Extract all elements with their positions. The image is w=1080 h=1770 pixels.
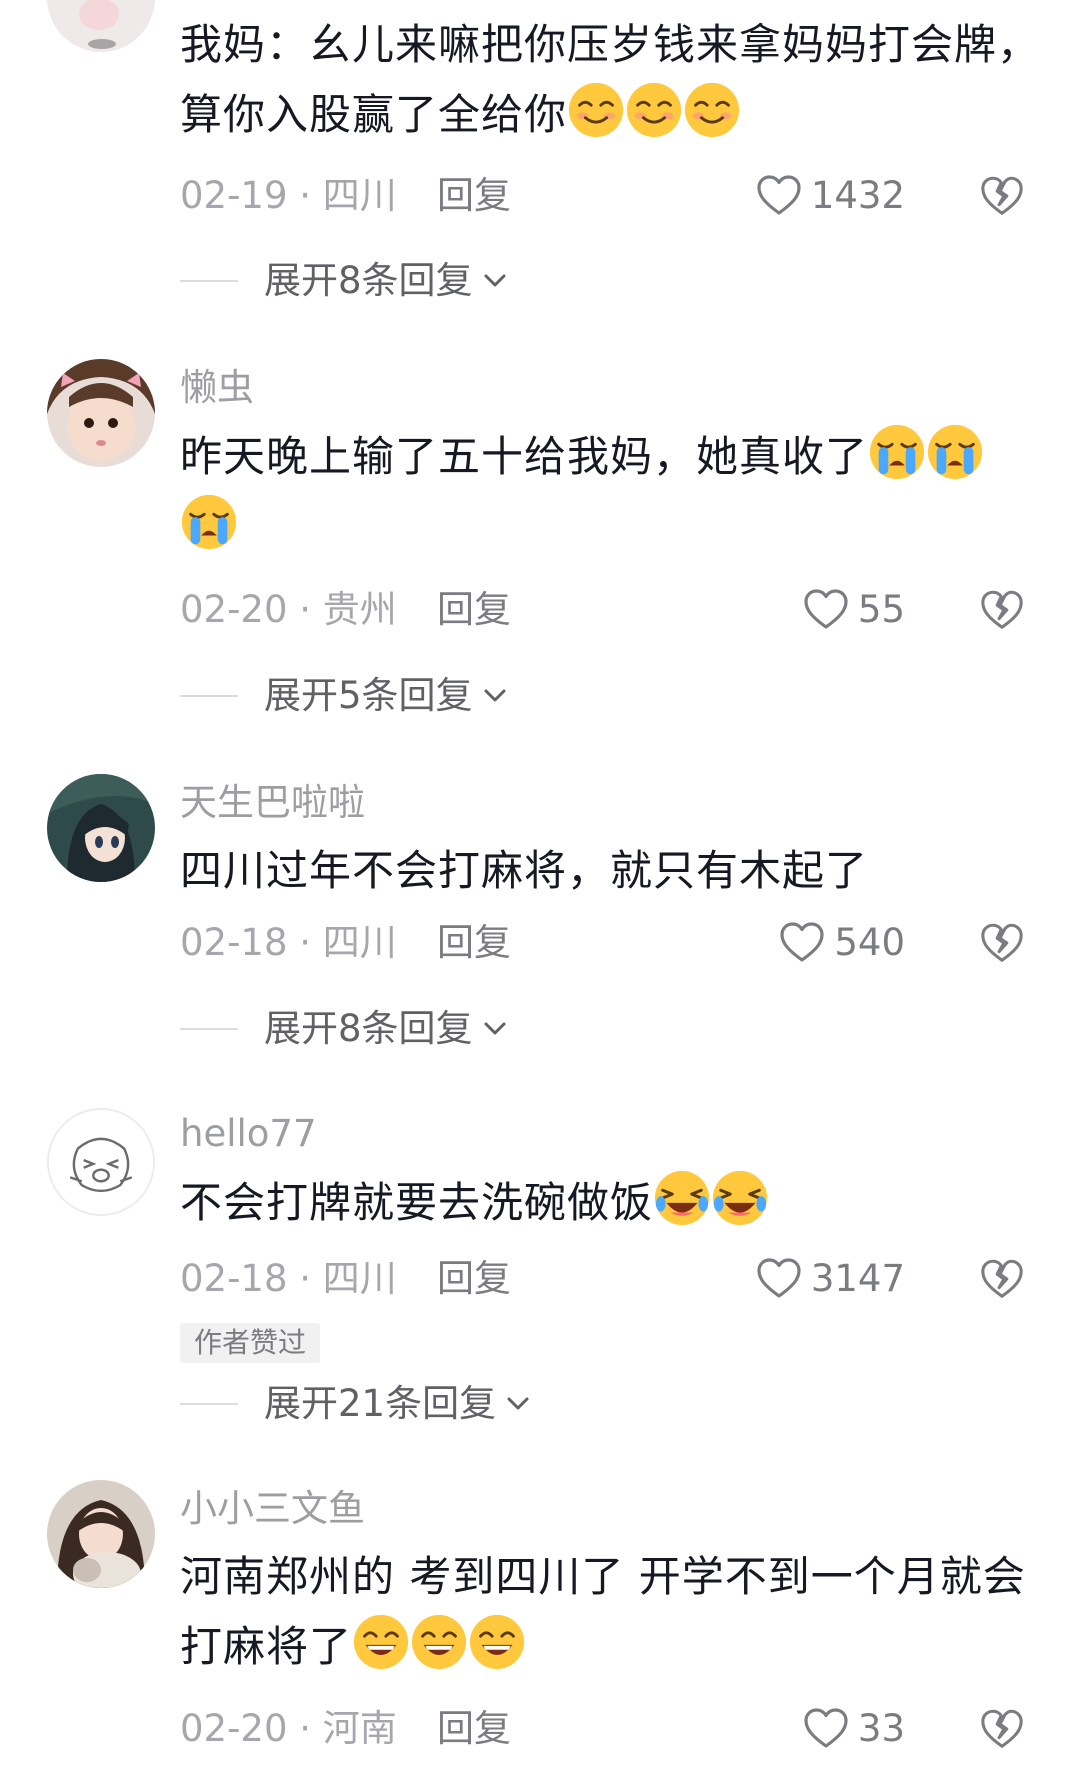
comment-meta: 02-20 · 贵州 回复 55 — [180, 584, 1080, 636]
chevron-down-icon — [484, 1022, 506, 1035]
reply-button[interactable]: 回复 — [437, 1253, 511, 1305]
heart-icon — [802, 586, 850, 634]
comment-meta: 02-20 · 河南 回复 33 — [180, 1703, 1080, 1755]
username[interactable]: 小小三文鱼 — [180, 1487, 365, 1531]
heart-icon — [778, 919, 826, 967]
like-count: 540 — [834, 921, 905, 964]
like-button[interactable]: 55 — [802, 584, 905, 636]
laugh-cry-emoji-icon — [711, 1169, 769, 1227]
like-count: 33 — [857, 1707, 905, 1750]
crying-emoji-icon — [868, 423, 926, 481]
expand-replies-button[interactable]: 展开21条回复 — [180, 1379, 532, 1429]
smile-emoji-icon — [625, 81, 683, 139]
avatar[interactable] — [47, 0, 155, 52]
grin-emoji-icon — [468, 1613, 526, 1671]
broken-heart-icon[interactable] — [979, 587, 1025, 633]
reply-button[interactable]: 回复 — [437, 1703, 511, 1755]
chevron-down-icon — [484, 274, 506, 287]
broken-heart-icon[interactable] — [979, 920, 1025, 966]
divider-line — [180, 1028, 238, 1030]
heart-icon — [755, 1255, 803, 1303]
avatar[interactable] — [47, 1480, 155, 1588]
chevron-down-icon — [484, 689, 506, 702]
expand-replies-label: 展开21条回复 — [264, 1382, 497, 1425]
like-count: 3147 — [810, 1257, 905, 1300]
heart-icon — [755, 172, 803, 220]
like-button[interactable]: 33 — [802, 1703, 905, 1755]
smile-emoji-icon — [683, 81, 741, 139]
expand-replies-label: 展开8条回复 — [264, 259, 473, 302]
author-liked-badge: 作者赞过 — [180, 1323, 321, 1363]
heart-icon — [802, 1705, 850, 1753]
date-location: 02-19 · 四川 — [180, 174, 397, 217]
comment-text: 四川过年不会打麻将，就只有木起了 — [180, 846, 869, 895]
date-location: 02-20 · 贵州 — [180, 588, 397, 631]
broken-heart-icon[interactable] — [979, 1256, 1025, 1302]
divider-line — [180, 1403, 238, 1405]
avatar[interactable] — [47, 1108, 155, 1216]
expand-replies-label: 展开5条回复 — [264, 674, 473, 717]
date-location: 02-20 · 河南 — [180, 1707, 397, 1750]
expand-replies-button[interactable]: 展开5条回复 — [180, 671, 509, 721]
comment-meta: 02-18 · 四川 回复 3147 — [180, 1253, 1080, 1305]
like-button[interactable]: 540 — [778, 917, 905, 969]
like-count: 55 — [857, 588, 905, 631]
like-count: 1432 — [810, 174, 905, 217]
comment-text: 昨天晚上输了五十给我妈，她真收了 — [180, 422, 1040, 562]
comment-text: 不会打牌就要去洗碗做饭 — [180, 1168, 1040, 1238]
grin-emoji-icon — [410, 1613, 468, 1671]
like-button[interactable]: 3147 — [755, 1253, 905, 1305]
comment-meta: 02-18 · 四川 回复 540 — [180, 917, 1080, 969]
divider-line — [180, 695, 238, 697]
avatar[interactable] — [47, 359, 155, 467]
broken-heart-icon[interactable] — [979, 1706, 1025, 1752]
divider-line — [180, 280, 238, 282]
reply-button[interactable]: 回复 — [437, 170, 511, 222]
crying-emoji-icon — [926, 423, 984, 481]
comment-meta: 02-19 · 四川 回复 1432 — [180, 170, 1080, 222]
crying-emoji-icon — [180, 493, 238, 551]
broken-heart-icon[interactable] — [979, 173, 1025, 219]
expand-replies-button[interactable]: 展开8条回复 — [180, 1004, 509, 1054]
date-location: 02-18 · 四川 — [180, 1257, 397, 1300]
expand-replies-button[interactable]: 展开8条回复 — [180, 256, 509, 306]
expand-replies-label: 展开8条回复 — [264, 1007, 473, 1050]
username[interactable]: hello77 — [180, 1112, 317, 1156]
grin-emoji-icon — [352, 1613, 410, 1671]
username[interactable]: 天生巴啦啦 — [180, 781, 365, 825]
reply-button[interactable]: 回复 — [437, 584, 511, 636]
comment-text: 我妈：幺儿来嘛把你压岁钱来拿妈妈打会牌，算你入股赢了全给你 — [180, 20, 1041, 139]
avatar[interactable] — [47, 774, 155, 882]
like-button[interactable]: 1432 — [755, 170, 905, 222]
username[interactable]: 懒虫 — [180, 366, 254, 410]
comment-text: 河南郑州的 考到四川了 开学不到一个月就会打麻将了 — [180, 1552, 1026, 1671]
laugh-cry-emoji-icon — [653, 1169, 711, 1227]
reply-button[interactable]: 回复 — [437, 917, 511, 969]
smile-emoji-icon — [567, 81, 625, 139]
date-location: 02-18 · 四川 — [180, 921, 397, 964]
chevron-down-icon — [507, 1397, 529, 1410]
